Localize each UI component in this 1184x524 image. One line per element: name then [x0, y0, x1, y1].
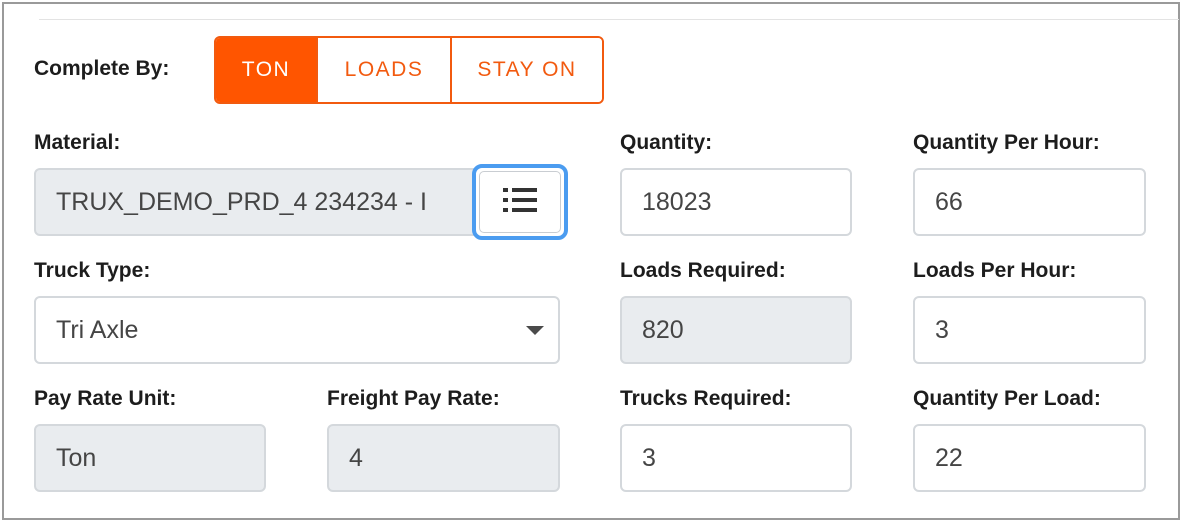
freight-pay-rate-label: Freight Pay Rate:	[327, 387, 500, 410]
quantity-per-hour-field[interactable]: 66	[913, 168, 1146, 236]
loads-required-label: Loads Required:	[620, 259, 786, 282]
pay-rate-unit-field: Ton	[34, 424, 266, 492]
material-field[interactable]: TRUX_DEMO_PRD_4 234234 - I	[34, 168, 478, 236]
material-label: Material:	[34, 131, 121, 154]
quantity-per-hour-label: Quantity Per Hour:	[913, 131, 1100, 154]
top-divider	[39, 19, 1179, 20]
loads-per-hour-field[interactable]: 3	[913, 296, 1146, 364]
quantity-per-load-field[interactable]: 22	[913, 424, 1146, 492]
complete-by-ton-button[interactable]: TON	[216, 38, 316, 102]
truck-type-label: Truck Type:	[34, 259, 151, 282]
caret-down-icon	[526, 326, 544, 335]
complete-by-label: Complete By:	[34, 57, 170, 80]
loads-per-hour-label: Loads Per Hour:	[913, 259, 1077, 282]
complete-by-loads-button[interactable]: LOADS	[316, 38, 450, 102]
quantity-label: Quantity:	[620, 131, 713, 154]
quantity-field[interactable]: 18023	[620, 168, 852, 236]
trucks-required-label: Trucks Required:	[620, 387, 792, 410]
quantity-per-load-label: Quantity Per Load:	[913, 387, 1101, 410]
loads-required-field: 820	[620, 296, 852, 364]
material-list-button[interactable]	[472, 164, 568, 240]
complete-by-stay-on-button[interactable]: STAY ON	[450, 38, 602, 102]
complete-by-toggle: TON LOADS STAY ON	[214, 36, 604, 104]
trucks-required-field[interactable]: 3	[620, 424, 852, 492]
material-list-button-border	[479, 171, 561, 233]
pay-rate-unit-label: Pay Rate Unit:	[34, 387, 177, 410]
truck-type-select[interactable]: Tri Axle	[34, 296, 560, 364]
freight-pay-rate-field: 4	[327, 424, 560, 492]
truck-type-value: Tri Axle	[56, 315, 139, 344]
